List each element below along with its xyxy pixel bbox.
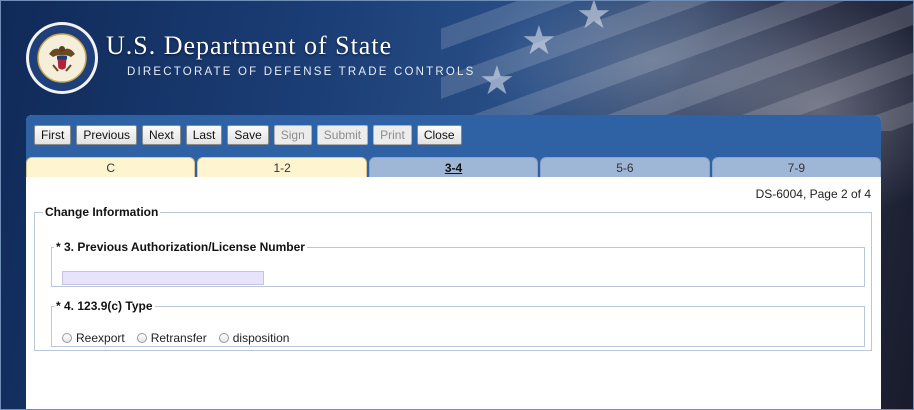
previous-button[interactable]: Previous — [76, 125, 138, 145]
print-button[interactable]: Print — [373, 125, 412, 145]
disposition-label: disposition — [232, 331, 290, 345]
site-subtitle: DIRECTORATE OF DEFENSE TRADE CONTROLS — [127, 66, 476, 78]
section-title: Change Information — [45, 205, 159, 219]
first-button[interactable]: First — [34, 125, 72, 145]
tab-1-2[interactable]: 1-2 — [197, 157, 367, 177]
seal-icon — [26, 22, 98, 94]
change-information-section: Change Information * 3. Previous Authori… — [34, 205, 872, 351]
save-button[interactable]: Save — [227, 125, 269, 145]
type-radio-group: Reexport Retransfer disposition — [62, 331, 301, 345]
retransfer-option[interactable]: Retransfer — [136, 331, 207, 345]
star-icon: ★ — [521, 19, 557, 63]
tab-3-4[interactable]: 3-4 — [368, 157, 539, 177]
disposition-option[interactable]: disposition — [218, 331, 290, 345]
reexport-radio[interactable] — [62, 333, 72, 343]
retransfer-label: Retransfer — [150, 331, 207, 345]
page-tabs: C 1-2 3-4 5-6 7-9 — [26, 157, 881, 177]
question-3-group: * 3. Previous Authorization/License Numb… — [51, 240, 865, 287]
toolbar: First Previous Next Last Save Sign Submi… — [26, 115, 881, 157]
previous-license-number-input[interactable] — [62, 271, 264, 285]
form-panel: First Previous Next Last Save Sign Submi… — [26, 115, 881, 409]
tab-5-6[interactable]: 5-6 — [540, 157, 710, 177]
sign-button[interactable]: Sign — [273, 125, 312, 145]
page-indicator: DS-6004, Page 2 of 4 — [755, 187, 871, 201]
next-button[interactable]: Next — [142, 125, 181, 145]
question-4-label: * 4. 123.9(c) Type — [56, 299, 153, 313]
close-button[interactable]: Close — [416, 125, 462, 145]
question-3-label: * 3. Previous Authorization/License Numb… — [56, 240, 305, 254]
disposition-radio[interactable] — [218, 333, 229, 343]
star-icon: ★ — [576, 0, 612, 37]
tab-7-9[interactable]: 7-9 — [711, 157, 881, 177]
retransfer-radio[interactable] — [136, 333, 147, 343]
reexport-label: Reexport — [76, 331, 125, 345]
app-window: ★ ★ ★ U.S. Department of State DIRECTORA… — [0, 0, 914, 410]
reexport-option[interactable]: Reexport — [62, 331, 125, 345]
question-4-group: * 4. 123.9(c) Type Reexport Retransfer d… — [51, 299, 865, 347]
star-icon: ★ — [479, 59, 515, 103]
last-button[interactable]: Last — [185, 125, 223, 145]
tab-c[interactable]: C — [26, 157, 196, 177]
submit-button[interactable]: Submit — [316, 125, 369, 145]
site-title: U.S. Department of State — [106, 31, 393, 60]
